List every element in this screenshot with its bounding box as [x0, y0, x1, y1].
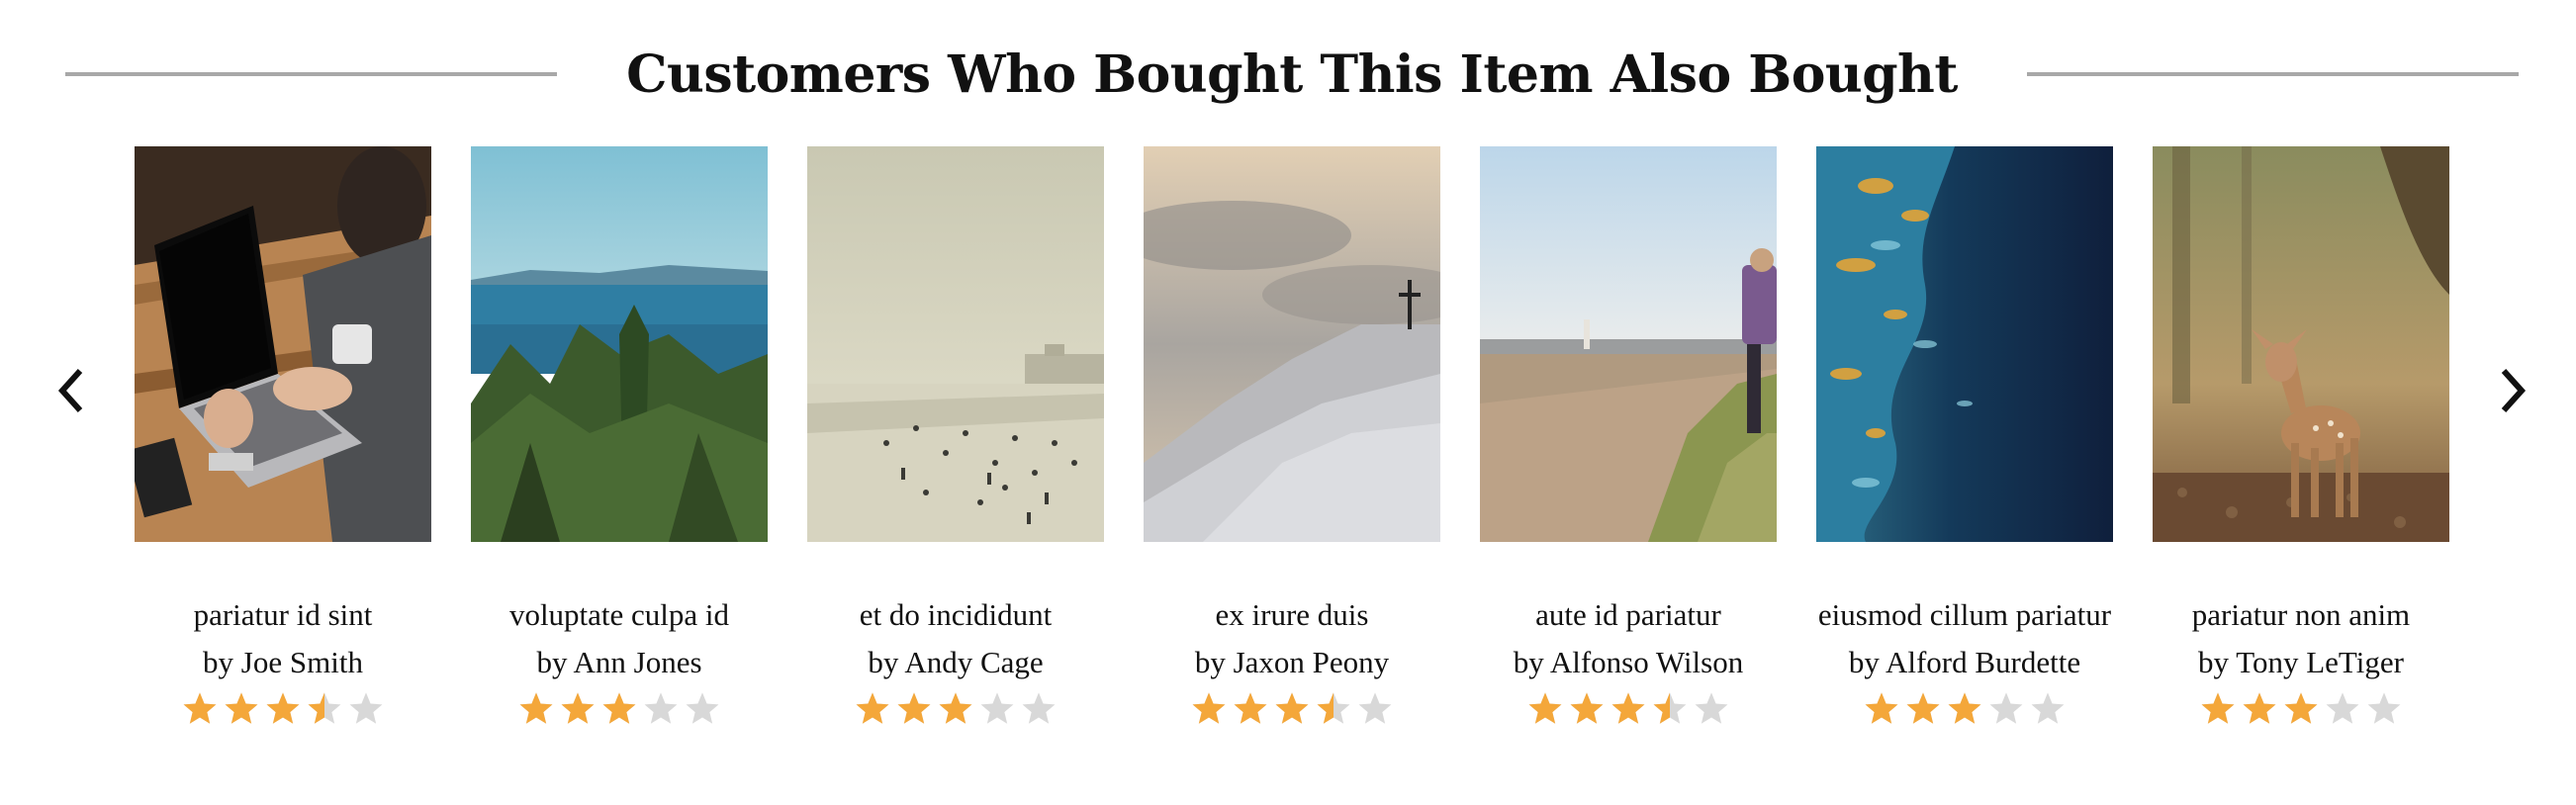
star-filled-icon: [225, 692, 258, 724]
star-rating: [1863, 690, 2067, 726]
star-empty-icon: [2326, 692, 2359, 724]
star-filled-icon: [897, 692, 931, 724]
star-filled-icon: [519, 692, 553, 724]
header-rule-right: [2026, 72, 2520, 76]
product-image[interactable]: [807, 146, 1104, 542]
product-title[interactable]: pariatur non anim: [2153, 591, 2449, 639]
header-rule-left: [65, 72, 558, 76]
product-card[interactable]: pariatur non anim by Tony LeTiger: [2153, 146, 2449, 726]
star-filled-icon: [2284, 692, 2318, 724]
misty-beach-photo: [807, 146, 1104, 542]
product-title[interactable]: pariatur id sint: [135, 591, 431, 639]
chevron-left-icon: [57, 368, 83, 413]
star-filled-icon: [2243, 692, 2276, 724]
product-title[interactable]: aute id pariatur: [1480, 591, 1777, 639]
star-filled-icon: [1234, 692, 1267, 724]
star-empty-icon: [686, 692, 719, 724]
snowy-hill-cross-photo: [1144, 146, 1440, 542]
product-image[interactable]: [135, 146, 431, 542]
star-empty-icon: [2367, 692, 2401, 724]
star-filled-icon: [602, 692, 636, 724]
star-filled-icon: [1906, 692, 1940, 724]
star-filled-icon: [1570, 692, 1604, 724]
star-empty-icon: [1358, 692, 1392, 724]
product-author: by Alfonso Wilson: [1513, 645, 1744, 679]
star-filled-icon: [1611, 692, 1645, 724]
carousel-prev-button[interactable]: [42, 356, 101, 425]
star-filled-icon: [2201, 692, 2235, 724]
product-author: by Tony LeTiger: [2198, 645, 2404, 679]
star-filled-icon: [266, 692, 300, 724]
star-half-icon: [308, 692, 341, 724]
chevron-right-icon: [2501, 368, 2527, 413]
deer-forest-photo: [2153, 146, 2449, 542]
star-empty-icon: [1695, 692, 1728, 724]
star-empty-icon: [2031, 692, 2065, 724]
product-image[interactable]: [471, 146, 768, 542]
star-filled-icon: [1275, 692, 1309, 724]
star-rating: [1190, 690, 1394, 726]
product-card[interactable]: eiusmod cillum pariatur by Alford Burdet…: [1816, 146, 2113, 726]
product-card[interactable]: et do incididunt by Andy Cage: [807, 146, 1104, 726]
carousel-next-button[interactable]: [2483, 356, 2542, 425]
star-empty-icon: [644, 692, 678, 724]
product-title[interactable]: et do incididunt: [807, 591, 1104, 639]
star-empty-icon: [980, 692, 1014, 724]
star-half-icon: [1317, 692, 1350, 724]
star-rating: [854, 690, 1058, 726]
product-title[interactable]: voluptate culpa id: [471, 591, 768, 639]
star-half-icon: [1653, 692, 1687, 724]
product-image[interactable]: [1480, 146, 1777, 542]
product-author: by Alford Burdette: [1848, 645, 2081, 679]
product-carousel: pariatur id sint by Joe Smith voluptate …: [135, 146, 2449, 726]
product-author: by Jaxon Peony: [1194, 645, 1390, 679]
product-image[interactable]: [2153, 146, 2449, 542]
star-empty-icon: [1989, 692, 2023, 724]
product-author: by Ann Jones: [536, 645, 702, 679]
star-filled-icon: [856, 692, 889, 724]
product-title[interactable]: ex irure duis: [1144, 591, 1440, 639]
star-rating: [1526, 690, 1730, 726]
star-filled-icon: [561, 692, 595, 724]
coastal-forest-photo: [471, 146, 768, 542]
person-laptop-photo: [135, 146, 431, 542]
section-title: Customers Who Bought This Item Also Boug…: [626, 44, 1958, 105]
product-image[interactable]: [1816, 146, 2113, 542]
product-card[interactable]: aute id pariatur by Alfonso Wilson: [1480, 146, 1777, 726]
star-rating: [517, 690, 721, 726]
star-filled-icon: [1528, 692, 1562, 724]
star-filled-icon: [1948, 692, 1981, 724]
star-empty-icon: [349, 692, 383, 724]
star-rating: [181, 690, 385, 726]
star-filled-icon: [1192, 692, 1226, 724]
star-filled-icon: [1865, 692, 1898, 724]
product-card[interactable]: ex irure duis by Jaxon Peony: [1144, 146, 1440, 726]
ocean-aerial-photo: [1816, 146, 2113, 542]
product-author: by Joe Smith: [203, 645, 363, 679]
product-card[interactable]: pariatur id sint by Joe Smith: [135, 146, 431, 726]
product-author: by Andy Cage: [868, 645, 1044, 679]
star-rating: [2199, 690, 2403, 726]
star-empty-icon: [1022, 692, 1056, 724]
beach-hiker-photo: [1480, 146, 1777, 542]
section-header: Customers Who Bought This Item Also Boug…: [65, 30, 2520, 119]
product-image[interactable]: [1144, 146, 1440, 542]
product-title[interactable]: eiusmod cillum pariatur: [1816, 591, 2113, 639]
star-filled-icon: [939, 692, 972, 724]
star-filled-icon: [183, 692, 217, 724]
product-card[interactable]: voluptate culpa id by Ann Jones: [471, 146, 768, 726]
